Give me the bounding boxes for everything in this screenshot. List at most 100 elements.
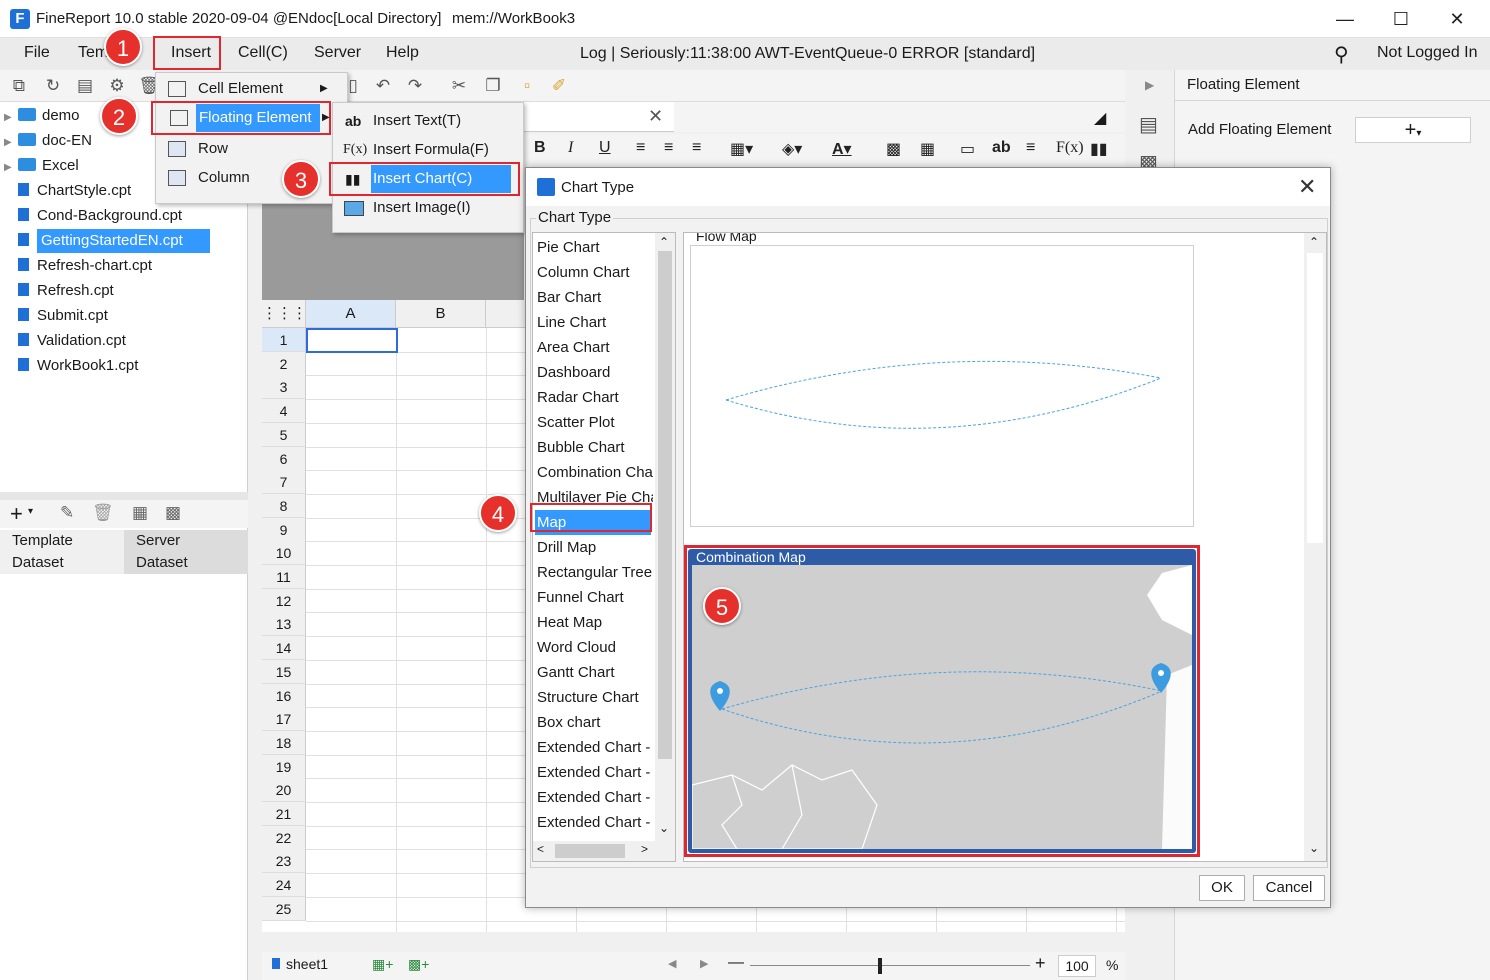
insert-text-icon[interactable]: ▭ [960,139,975,159]
select-all-corner[interactable]: ⋮⋮⋮ [262,300,307,328]
scroll-right-icon[interactable]: > [641,842,648,856]
row-header[interactable]: 6 [262,446,306,471]
chart-icon[interactable]: ▮▮ [1090,139,1108,159]
menu-item-insert-image[interactable]: Insert Image(I) [333,194,523,222]
chart-type-item[interactable]: Radar Chart [535,385,653,410]
chevron-down-icon[interactable]: ▾ [28,506,33,517]
align-right-icon[interactable]: ≡ [692,139,701,157]
row-header[interactable]: 25 [262,896,306,921]
row-header[interactable]: 11 [262,565,306,589]
chart-type-item[interactable]: Heat Map [535,610,653,635]
scroll-up-icon[interactable]: ⌃ [1309,235,1319,249]
chart-type-item[interactable]: Bar Chart [535,285,653,310]
undo-icon[interactable]: ↶ [372,75,394,97]
flow-map-option[interactable] [690,245,1194,527]
expand-arrow-icon[interactable]: ▶ [4,106,18,130]
tree-file[interactable]: ChartStyle.cpt [0,179,131,203]
toolbar-menu-icon[interactable]: ◢ [1094,108,1106,128]
row-header[interactable]: 14 [262,636,306,661]
dataset-settings-icon[interactable]: ▩ [165,503,181,523]
add-floating-element-button[interactable]: +▾ [1355,117,1471,143]
font-color-icon[interactable]: A▾ [832,139,852,159]
chart-type-item[interactable]: Area Chart [535,335,653,360]
menu-file[interactable]: File [24,44,50,62]
tree-folder-demo[interactable]: ▶ demo [4,104,80,128]
chart-type-item[interactable]: Line Chart [535,310,653,335]
minimize-button-glyph[interactable]: — [1322,4,1368,34]
fill-color-icon[interactable]: ◈▾ [782,139,802,159]
dialog-close-icon[interactable]: ✕ [1298,174,1316,200]
refresh-icon[interactable]: ↻ [42,75,64,97]
row-header[interactable]: 13 [262,612,306,637]
chart-type-item[interactable]: Bubble Chart [535,435,653,460]
chart-type-item[interactable]: Dashboard [535,360,653,385]
scroll-left-icon[interactable]: < [537,842,544,856]
menu-item-floating-element[interactable]: Floating Element ▶ [196,104,330,132]
tree-file[interactable]: Submit.cpt [0,304,108,328]
menu-help[interactable]: Help [386,44,419,62]
column-header[interactable]: B [396,300,486,328]
paragraph-icon[interactable]: ≡ [1026,139,1035,157]
tab-template-dataset[interactable]: Template Dataset [0,530,124,574]
preview-scrollbar[interactable]: ⌃ ⌄ [1304,233,1326,861]
scroll-down-icon[interactable]: ⌄ [1309,841,1319,855]
scroll-thumb[interactable] [1307,253,1323,543]
row-header[interactable]: 23 [262,849,306,874]
chart-type-item[interactable]: Column Chart [535,260,653,285]
zoom-in-button[interactable]: + [1035,953,1046,974]
scroll-up-icon[interactable]: ⌃ [659,235,669,249]
add-icon[interactable]: + [10,501,23,527]
chart-type-item[interactable]: Drill Map [535,535,653,560]
underline-icon[interactable]: U [599,139,611,157]
border-icon[interactable]: ▦▾ [730,139,753,159]
row-header[interactable]: 12 [262,588,306,613]
chart-type-item[interactable]: Pie Chart [535,235,653,260]
row-header[interactable]: 22 [262,825,306,850]
row-header[interactable]: 15 [262,659,306,684]
close-icon[interactable]: ✕ [648,106,663,127]
menu-cell[interactable]: Cell(C) [238,44,288,62]
row-header[interactable]: 17 [262,707,306,732]
scroll-down-icon[interactable]: ⌄ [659,821,669,835]
zoom-slider-track[interactable] [750,965,1030,966]
chart-type-item[interactable]: Box chart [535,710,653,735]
preview-icon[interactable]: ▦ [132,503,148,523]
formula-icon[interactable]: F(x) [1056,139,1084,157]
tree-folder-excel[interactable]: ▶ Excel [4,154,79,178]
login-status[interactable]: Not Logged In [1377,44,1478,62]
row-header[interactable]: 24 [262,873,306,898]
cell-attribute-icon[interactable]: ▤ [1139,112,1158,137]
close-button[interactable]: ✕ [1434,4,1480,34]
row-header[interactable]: 18 [262,730,306,755]
cell-a1-selected[interactable] [306,328,398,353]
row-header[interactable]: 10 [262,541,306,566]
zoom-input[interactable]: 100 [1058,955,1096,977]
search-icon[interactable]: ⚲ [1334,42,1349,67]
new-template-icon[interactable]: ⧉ [8,75,30,97]
row-header[interactable]: 21 [262,802,306,826]
row-header[interactable]: 4 [262,399,306,424]
copy-icon[interactable]: ❐ [482,75,504,97]
chart-type-item[interactable]: Funnel Chart [535,585,653,610]
tree-file[interactable]: Refresh.cpt [0,279,114,303]
row-header[interactable]: 20 [262,778,306,803]
maximize-button[interactable]: ☐ [1378,4,1424,34]
merge-icon[interactable]: ▩ [886,139,901,159]
row-header[interactable]: 16 [262,683,306,708]
format-painter-icon[interactable]: ✐ [548,75,570,97]
chart-type-item[interactable]: Extended Chart - [535,760,653,785]
chart-type-item[interactable]: Combination Cha [535,460,653,485]
hscroll-thumb[interactable] [555,844,625,858]
paste-icon[interactable]: ▫ [516,75,538,97]
row-header[interactable]: 8 [262,493,306,518]
template-icon[interactable]: ▤ [74,75,96,97]
scroll-left-icon[interactable]: ◀ [668,957,676,970]
menu-item-insert-chart[interactable]: ▮▮ Insert Chart(C) [333,165,523,193]
tree-file-selected[interactable]: GettingStartedEN.cpt [0,229,210,253]
chart-type-item[interactable]: Extended Chart - [535,735,653,760]
chart-type-item[interactable]: Extended Chart - [535,785,653,810]
tree-file[interactable]: Validation.cpt [0,329,126,353]
add-sheet-icon[interactable]: ▦+ [372,956,393,973]
row-header[interactable]: 5 [262,422,306,447]
bold-icon[interactable]: B [534,139,546,157]
